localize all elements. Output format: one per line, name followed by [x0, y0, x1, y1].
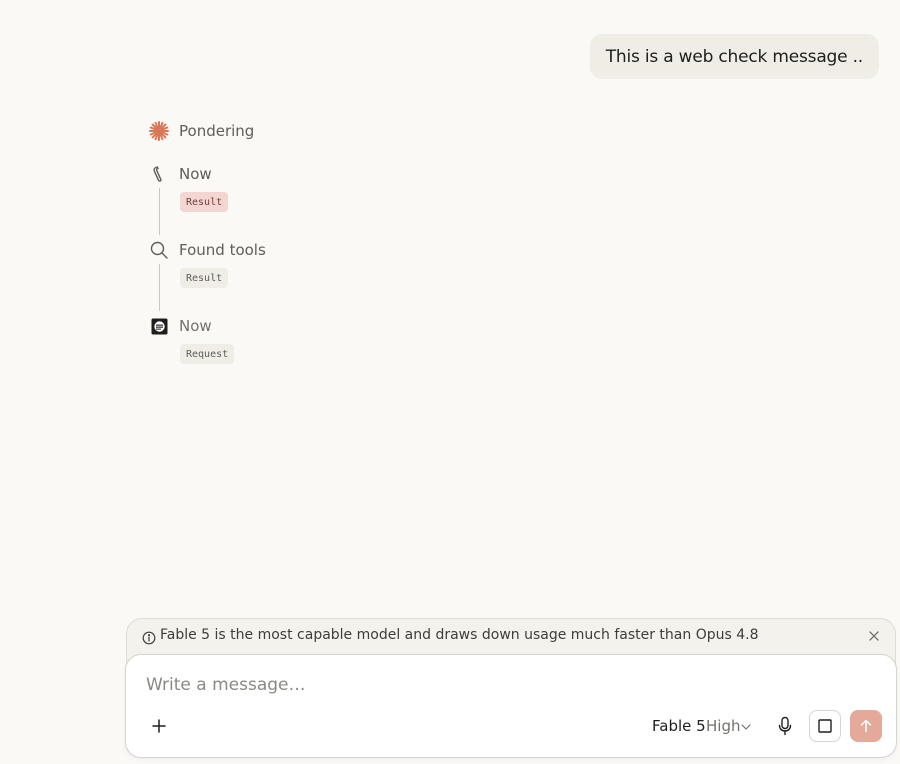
request-badge[interactable]: Request [180, 344, 235, 364]
result-badge[interactable]: Result [180, 192, 229, 212]
wrench-icon [148, 163, 170, 185]
stop-button[interactable] [809, 710, 841, 742]
add-attachment-button[interactable] [144, 711, 174, 741]
message-composer: Fable 5 High [125, 654, 897, 758]
square-icon [818, 719, 832, 733]
plus-icon [152, 719, 166, 733]
notice-text: Fable 5 is the most capable model and dr… [160, 627, 759, 643]
info-icon [142, 630, 156, 645]
timeline-step-label: Now [179, 165, 212, 183]
browser-tool-icon [148, 315, 170, 337]
chevron-down-icon[interactable] [740, 718, 752, 736]
search-icon [148, 239, 170, 261]
voice-input-button[interactable] [772, 711, 798, 741]
arrow-up-icon [860, 719, 872, 733]
close-icon[interactable] [867, 629, 881, 643]
microphone-icon [778, 716, 792, 736]
sparkle-icon [148, 120, 170, 142]
timeline-connector [159, 188, 160, 235]
timeline-connector [159, 264, 160, 311]
message-input[interactable] [146, 675, 746, 695]
timeline-step-label: Now [179, 317, 212, 335]
user-message-text: This is a web check message .. [605, 46, 863, 67]
result-badge[interactable]: Result [180, 268, 229, 288]
model-selector[interactable]: Fable 5 [652, 717, 706, 735]
effort-selector[interactable]: High [706, 717, 740, 735]
timeline-step-label: Found tools [179, 241, 266, 259]
user-message-bubble: This is a web check message .. [589, 34, 879, 79]
send-button[interactable] [850, 710, 882, 742]
timeline-step-label: Pondering [179, 122, 255, 140]
chat-page: This is a web check message .. Pondering… [0, 0, 900, 764]
